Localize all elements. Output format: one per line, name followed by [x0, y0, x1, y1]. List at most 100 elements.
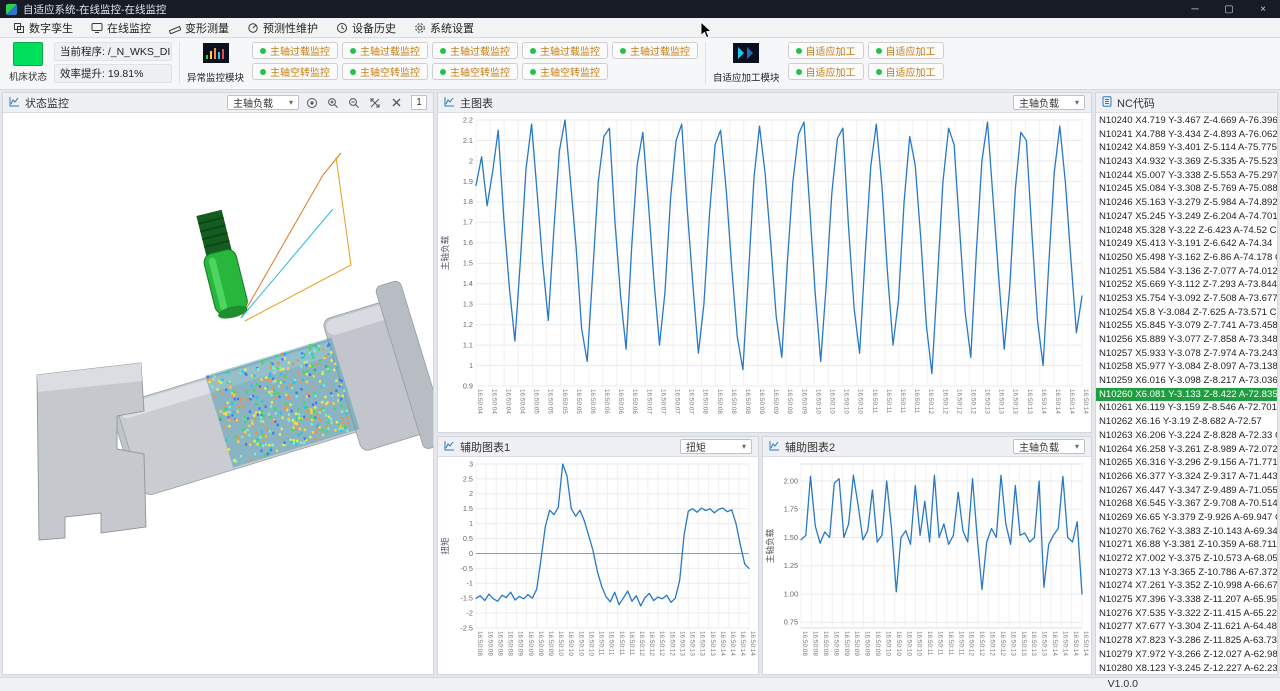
nc-line[interactable]: N10264 X6.258 Y-3.261 Z-8.989 A-72.072 [1096, 443, 1277, 457]
minimize-button[interactable]: ─ [1178, 0, 1212, 18]
spindle-overload-monitor-button-2[interactable]: 主轴过载监控 [342, 42, 428, 59]
svg-text:16:50:10: 16:50:10 [567, 631, 574, 656]
nc-line[interactable]: N10280 X8.123 Y-3.245 Z-12.227 A-62.23 [1096, 662, 1277, 675]
svg-text:16:50:13: 16:50:13 [998, 389, 1005, 414]
spindle-overload-monitor-button-1[interactable]: 主轴过载监控 [252, 42, 338, 59]
spindle-overload-monitor-button-5[interactable]: 主轴过载监控 [612, 42, 698, 59]
zoom-in-icon[interactable] [325, 95, 341, 110]
nc-line[interactable]: N10251 X5.584 Y-3.136 Z-7.077 A-74.012 [1096, 265, 1277, 279]
nc-line[interactable]: N10263 X6.206 Y-3.224 Z-8.828 A-72.33 C [1096, 429, 1277, 443]
nc-line[interactable]: N10240 X4.719 Y-3.467 Z-4.669 A-76.396 [1096, 114, 1277, 128]
nc-line[interactable]: N10247 X5.245 Y-3.249 Z-6.204 A-74.701 [1096, 210, 1277, 224]
nc-line[interactable]: N10246 X5.163 Y-3.279 Z-5.984 A-74.892 [1096, 196, 1277, 210]
nc-line[interactable]: N10241 X4.788 Y-3.434 Z-4.893 A-76.062 [1096, 128, 1277, 142]
svg-text:-2.5: -2.5 [460, 623, 473, 632]
nc-line[interactable]: N10270 X6.762 Y-3.383 Z-10.143 A-69.34 [1096, 525, 1277, 539]
svg-text:16:50:13: 16:50:13 [1026, 389, 1033, 414]
nc-line[interactable]: N10278 X7.823 Y-3.286 Z-11.825 A-63.73 [1096, 634, 1277, 648]
spindle-overload-monitor-button-4[interactable]: 主轴过载监控 [522, 42, 608, 59]
svg-text:16:50:11: 16:50:11 [947, 631, 954, 656]
nc-line[interactable]: N10258 X5.977 Y-3.084 Z-8.097 A-73.138 [1096, 360, 1277, 374]
menu-item-6[interactable]: 系统设置 [405, 18, 483, 37]
nc-line[interactable]: N10279 X7.972 Y-3.266 Z-12.027 A-62.98 [1096, 648, 1277, 662]
nc-line[interactable]: N10266 X6.377 Y-3.324 Z-9.317 A-71.443 [1096, 470, 1277, 484]
nc-line[interactable]: N10261 X6.119 Y-3.159 Z-8.546 A-72.701 [1096, 401, 1277, 415]
spindle-idle-monitor-button-1[interactable]: 主轴空转监控 [252, 63, 338, 80]
adaptive-machining-button-1[interactable]: 自适应加工 [788, 42, 864, 59]
status-dot-icon [350, 69, 356, 75]
menu-item-5[interactable]: 设备历史 [327, 18, 405, 37]
aux-chart1-area[interactable]: 16:50:0816:50:0816:50:0816:50:0816:50:09… [438, 457, 758, 674]
status-monitor-header: 状态监控 主轴负载 1 [3, 93, 433, 113]
nc-line[interactable]: N10269 X6.65 Y-3.379 Z-9.926 A-69.947 C [1096, 511, 1277, 525]
nc-line[interactable]: N10257 X5.933 Y-3.078 Z-7.974 A-73.243 [1096, 347, 1277, 361]
nc-line[interactable]: N10277 X7.677 Y-3.304 Z-11.621 A-64.48 [1096, 620, 1277, 634]
nc-line[interactable]: N10242 X4.859 Y-3.401 Z-5.114 A-75.775 [1096, 141, 1277, 155]
adaptive-machining-button-b-2[interactable]: 自适应加工 [868, 63, 944, 80]
spindle-idle-monitor-button-2[interactable]: 主轴空转监控 [342, 63, 428, 80]
spindle-overload-monitor-button-3[interactable]: 主轴过载监控 [432, 42, 518, 59]
nc-line[interactable]: N10245 X5.084 Y-3.308 Z-5.769 A-75.088 [1096, 182, 1277, 196]
nc-line[interactable]: N10273 X7.13 Y-3.365 Z-10.786 A-67.372 [1096, 566, 1277, 580]
nc-line[interactable]: N10274 X7.261 Y-3.352 Z-10.998 A-66.67 [1096, 579, 1277, 593]
nc-line[interactable]: N10268 X6.545 Y-3.367 Z-9.708 A-70.514 [1096, 497, 1277, 511]
adaptive-machining-button-2[interactable]: 自适应加工 [868, 42, 944, 59]
adaptive-machining-button-b-1[interactable]: 自适应加工 [788, 63, 864, 80]
nc-line[interactable]: N10276 X7.535 Y-3.322 Z-11.415 A-65.22 [1096, 607, 1277, 621]
adaptive-module-title: 自适应加工模块 [713, 70, 780, 84]
aux-chart2-area[interactable]: 16:50:0816:50:0816:50:0816:50:0816:50:09… [763, 457, 1091, 674]
nc-line[interactable]: N10267 X6.447 Y-3.347 Z-9.489 A-71.055 [1096, 484, 1277, 498]
menu-item-4[interactable]: 预测性维护 [238, 18, 327, 37]
aux-chart2-signal-select[interactable]: 主轴负载 [1013, 439, 1085, 454]
abnormal-module-buttons: 主轴过载监控主轴过载监控主轴过载监控主轴过载监控主轴过载监控 主轴空转监控主轴空… [252, 42, 698, 80]
chart-icon [444, 96, 455, 110]
status-dot-icon [876, 48, 882, 54]
nc-line[interactable]: N10248 X5.328 Y-3.22 Z-6.423 A-74.52 C [1096, 224, 1277, 238]
svg-text:2: 2 [469, 489, 473, 498]
nc-line[interactable]: N10249 X5.413 Y-3.191 Z-6.642 A-74.34 [1096, 237, 1277, 251]
nc-code-panel: NC代码 N10240 X4.719 Y-3.467 Z-4.669 A-76.… [1095, 92, 1278, 675]
close-button[interactable]: × [1246, 0, 1280, 18]
svg-text:16:50:12: 16:50:12 [927, 389, 934, 414]
nc-line[interactable]: N10250 X5.498 Y-3.162 Z-6.86 A-74.178 C [1096, 251, 1277, 265]
fit-view-icon[interactable] [367, 95, 383, 110]
main-chart-signal-select[interactable]: 主轴负载 [1013, 95, 1085, 110]
nc-line[interactable]: N10259 X6.016 Y-3.098 Z-8.217 A-73.036 [1096, 374, 1277, 388]
close-view-icon[interactable] [388, 95, 404, 110]
menu-item-1[interactable]: 数字孪生 [4, 18, 82, 37]
nc-line[interactable]: N10252 X5.669 Y-3.112 Z-7.293 A-73.844 [1096, 278, 1277, 292]
maximize-button[interactable]: ▢ [1212, 0, 1246, 18]
nc-line[interactable]: N10275 X7.396 Y-3.338 Z-11.207 A-65.95 [1096, 593, 1277, 607]
button-label: 主轴空转监控 [540, 64, 600, 79]
nc-line[interactable]: N10253 X5.754 Y-3.092 Z-7.508 A-73.677 [1096, 292, 1277, 306]
nc-line[interactable]: N10272 X7.002 Y-3.375 Z-10.573 A-68.05 [1096, 552, 1277, 566]
nc-line[interactable]: N10255 X5.845 Y-3.079 Z-7.741 A-73.458 [1096, 319, 1277, 333]
spindle-idle-monitor-button-3[interactable]: 主轴空转监控 [432, 63, 518, 80]
status-signal-select[interactable]: 主轴负载 [227, 95, 299, 110]
digital-twin-icon [13, 22, 25, 34]
nc-line[interactable]: N10256 X5.889 Y-3.077 Z-7.858 A-73.348 [1096, 333, 1277, 347]
menu-item-2[interactable]: 在线监控 [82, 18, 160, 37]
nc-line-current[interactable]: N10260 X6.081 Y-3.133 Z-8.422 A-72.835 [1096, 388, 1277, 402]
svg-text:16:50:11: 16:50:11 [926, 631, 933, 656]
reset-view-icon[interactable] [304, 95, 320, 110]
status-dot-icon [260, 69, 266, 75]
menu-item-3[interactable]: 变形测量 [160, 18, 238, 37]
nc-line[interactable]: N10265 X6.316 Y-3.296 Z-9.156 A-71.771 [1096, 456, 1277, 470]
nc-line[interactable]: N10271 X6.88 Y-3.381 Z-10.359 A-68.711 [1096, 538, 1277, 552]
zoom-out-icon[interactable] [346, 95, 362, 110]
view-page-number[interactable]: 1 [411, 95, 427, 110]
nc-line[interactable]: N10262 X6.16 Y-3.19 Z-8.682 A-72.57 [1096, 415, 1277, 429]
main-chart-area[interactable]: 16:50:0416:50:0416:50:0416:50:0416:50:05… [438, 113, 1091, 432]
aux-chart1-signal-select[interactable]: 扭矩 [680, 439, 752, 454]
nc-code-list[interactable]: N10240 X4.719 Y-3.467 Z-4.669 A-76.396N1… [1096, 113, 1277, 674]
svg-text:1.5: 1.5 [463, 259, 473, 268]
spindle-idle-monitor-button-4[interactable]: 主轴空转监控 [522, 63, 608, 80]
status-dot-icon [350, 48, 356, 54]
nc-line[interactable]: N10254 X5.8 Y-3.084 Z-7.625 A-73.571 C [1096, 306, 1277, 320]
nc-line[interactable]: N10243 X4.932 Y-3.369 Z-5.335 A-75.523 [1096, 155, 1277, 169]
button-label: 主轴空转监控 [450, 64, 510, 79]
nc-line[interactable]: N10244 X5.007 Y-3.338 Z-5.553 A-75.297 [1096, 169, 1277, 183]
machine-part-3d-viewport[interactable] [3, 113, 433, 674]
svg-text:16:50:10: 16:50:10 [587, 631, 594, 656]
